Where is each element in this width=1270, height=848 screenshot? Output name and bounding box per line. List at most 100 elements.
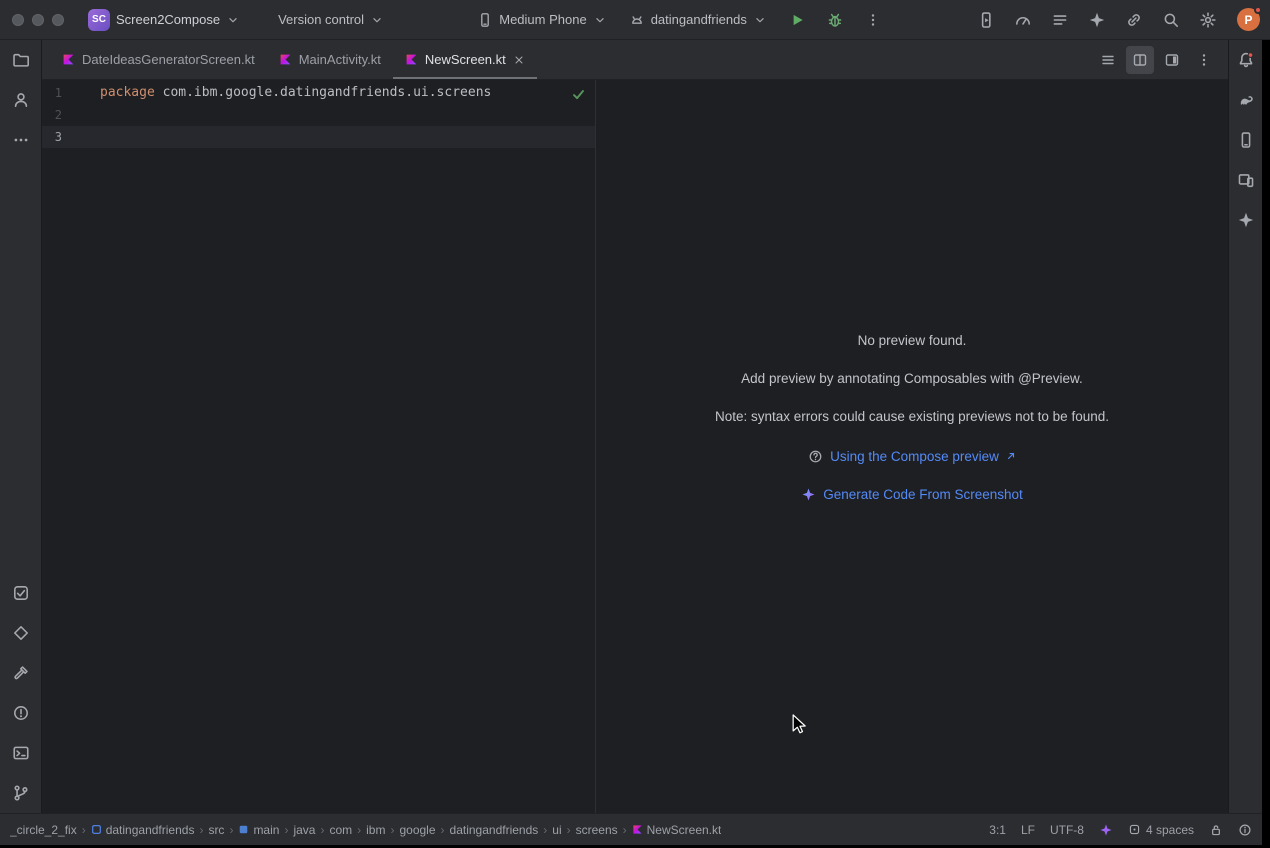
- breadcrumb-label: ui: [552, 823, 561, 837]
- caret-position-widget[interactable]: 3:1: [989, 823, 1006, 837]
- git-branch-icon: [12, 784, 30, 802]
- compose-preview-doc-link[interactable]: Using the Compose preview: [808, 448, 1016, 464]
- tab-dateideasgeneratorscreen[interactable]: DateIdeasGeneratorScreen.kt: [50, 40, 267, 79]
- gemini-button[interactable]: [1083, 6, 1111, 34]
- breadcrumb-item[interactable]: java: [293, 823, 315, 837]
- debug-button[interactable]: [821, 6, 849, 34]
- breadcrumb-separator: ›: [390, 823, 394, 837]
- device-manager-button[interactable]: [1229, 120, 1262, 160]
- version-control-menu[interactable]: Version control: [272, 8, 390, 31]
- commit-tool-button[interactable]: [0, 80, 41, 120]
- breadcrumb-item[interactable]: src: [208, 823, 224, 837]
- monitor-phone-icon: [1237, 171, 1255, 189]
- running-devices-button[interactable]: [972, 6, 1000, 34]
- design-view-button[interactable]: [1158, 46, 1186, 74]
- breadcrumb-item[interactable]: screens: [576, 823, 618, 837]
- terminal-tool-button[interactable]: [0, 733, 41, 773]
- build-tool-button[interactable]: [0, 653, 41, 693]
- breadcrumb-item[interactable]: google: [399, 823, 435, 837]
- breadcrumb-item[interactable]: datingandfriends: [450, 823, 539, 837]
- project-tool-button[interactable]: [0, 40, 41, 80]
- line-number[interactable]: 2: [42, 104, 100, 126]
- line-ending-widget[interactable]: LF: [1021, 823, 1035, 837]
- breadcrumb-label: screens: [576, 823, 618, 837]
- ui-check-tool-button[interactable]: [0, 573, 41, 613]
- design-view-icon: [1164, 52, 1180, 68]
- tab-newscreen[interactable]: NewScreen.kt: [393, 40, 537, 79]
- running-devices-tool-button[interactable]: [1229, 160, 1262, 200]
- ai-status-button[interactable]: [1099, 823, 1113, 837]
- zoom-window-button[interactable]: [52, 14, 64, 26]
- line-number[interactable]: 3: [42, 126, 100, 148]
- breadcrumb-label: main: [253, 823, 279, 837]
- code-editor[interactable]: 1 package com.ibm.google.datingandfriend…: [42, 80, 596, 813]
- breadcrumb-label: src: [208, 823, 224, 837]
- status-widget-icon: [1128, 823, 1141, 836]
- indent-widget[interactable]: 4 spaces: [1128, 823, 1194, 837]
- close-window-button[interactable]: [12, 14, 24, 26]
- version-control-tool-button[interactable]: [0, 773, 41, 813]
- preview-empty-title: No preview found.: [858, 334, 967, 348]
- close-icon[interactable]: [513, 54, 525, 66]
- inspections-status-button[interactable]: [571, 87, 586, 102]
- breadcrumb-item[interactable]: datingandfriends: [91, 823, 195, 837]
- run-button[interactable]: [783, 6, 811, 34]
- notifications-button[interactable]: [1229, 40, 1262, 80]
- plugin-link-button[interactable]: [1120, 6, 1148, 34]
- android-device-icon: [629, 12, 645, 28]
- profiler-button[interactable]: [1009, 6, 1037, 34]
- breadcrumb-item[interactable]: com: [329, 823, 352, 837]
- gradle-tool-button[interactable]: [1229, 80, 1262, 120]
- readonly-toggle[interactable]: [1209, 823, 1223, 837]
- breadcrumb-separator: ›: [229, 823, 233, 837]
- more-tool-windows-button[interactable]: [0, 120, 41, 160]
- breadcrumb-item[interactable]: ui: [552, 823, 561, 837]
- breadcrumb-label: NewScreen.kt: [647, 823, 722, 837]
- sparkle-icon: [1237, 211, 1255, 229]
- doc-link-label: Using the Compose preview: [830, 449, 999, 464]
- settings-button[interactable]: [1194, 6, 1222, 34]
- breadcrumb-separator: ›: [357, 823, 361, 837]
- more-actions-button[interactable]: [859, 6, 887, 34]
- generate-link-label: Generate Code From Screenshot: [823, 487, 1023, 502]
- sparkle-icon: [1088, 11, 1106, 29]
- run-configuration-selector[interactable]: datingandfriends: [623, 8, 773, 32]
- breadcrumb-label: _circle_2_fix: [10, 823, 77, 837]
- profile-avatar[interactable]: P: [1237, 8, 1260, 31]
- logcat-button[interactable]: [1046, 6, 1074, 34]
- minimize-window-button[interactable]: [32, 14, 44, 26]
- split-view-button[interactable]: [1126, 46, 1154, 74]
- breadcrumb-item[interactable]: NewScreen.kt: [632, 823, 722, 837]
- titlebar: SC Screen2Compose Version control Medium…: [0, 0, 1270, 40]
- kotlin-file-icon: [632, 824, 643, 835]
- resource-manager-tool-button[interactable]: [0, 613, 41, 653]
- window-controls: [12, 14, 64, 26]
- encoding-widget[interactable]: UTF-8: [1050, 823, 1084, 837]
- ai-assistant-button[interactable]: [1229, 200, 1262, 240]
- line-number[interactable]: 1: [42, 82, 100, 104]
- search-everywhere-button[interactable]: [1157, 6, 1185, 34]
- screen-right-edge: [1262, 40, 1270, 813]
- code-view-button[interactable]: [1094, 46, 1122, 74]
- tab-options-button[interactable]: [1190, 46, 1218, 74]
- breadcrumb-item[interactable]: _circle_2_fix: [10, 823, 77, 837]
- chevron-down-icon: [593, 13, 607, 27]
- breadcrumb-item[interactable]: main: [238, 823, 279, 837]
- project-selector[interactable]: SC Screen2Compose: [82, 5, 246, 35]
- more-horizontal-icon: [12, 131, 30, 149]
- breadcrumb-label: datingandfriends: [106, 823, 195, 837]
- breadcrumb-item[interactable]: ibm: [366, 823, 385, 837]
- module-icon: [91, 824, 102, 835]
- tab-mainactivity[interactable]: MainActivity.kt: [267, 40, 393, 79]
- compose-preview-panel: No preview found. Add preview by annotat…: [596, 80, 1228, 813]
- problems-icon: [12, 704, 30, 722]
- generate-code-from-screenshot-link[interactable]: Generate Code From Screenshot: [801, 486, 1023, 502]
- status-info-button[interactable]: [1238, 823, 1252, 837]
- kotlin-file-icon: [279, 53, 292, 66]
- left-tool-strip: [0, 40, 42, 813]
- ui-check-icon: [12, 584, 30, 602]
- tabbar-view-modes: [1094, 40, 1228, 79]
- device-selector[interactable]: Medium Phone: [471, 8, 612, 32]
- preview-empty-hint: Add preview by annotating Composables wi…: [741, 372, 1083, 386]
- problems-tool-button[interactable]: [0, 693, 41, 733]
